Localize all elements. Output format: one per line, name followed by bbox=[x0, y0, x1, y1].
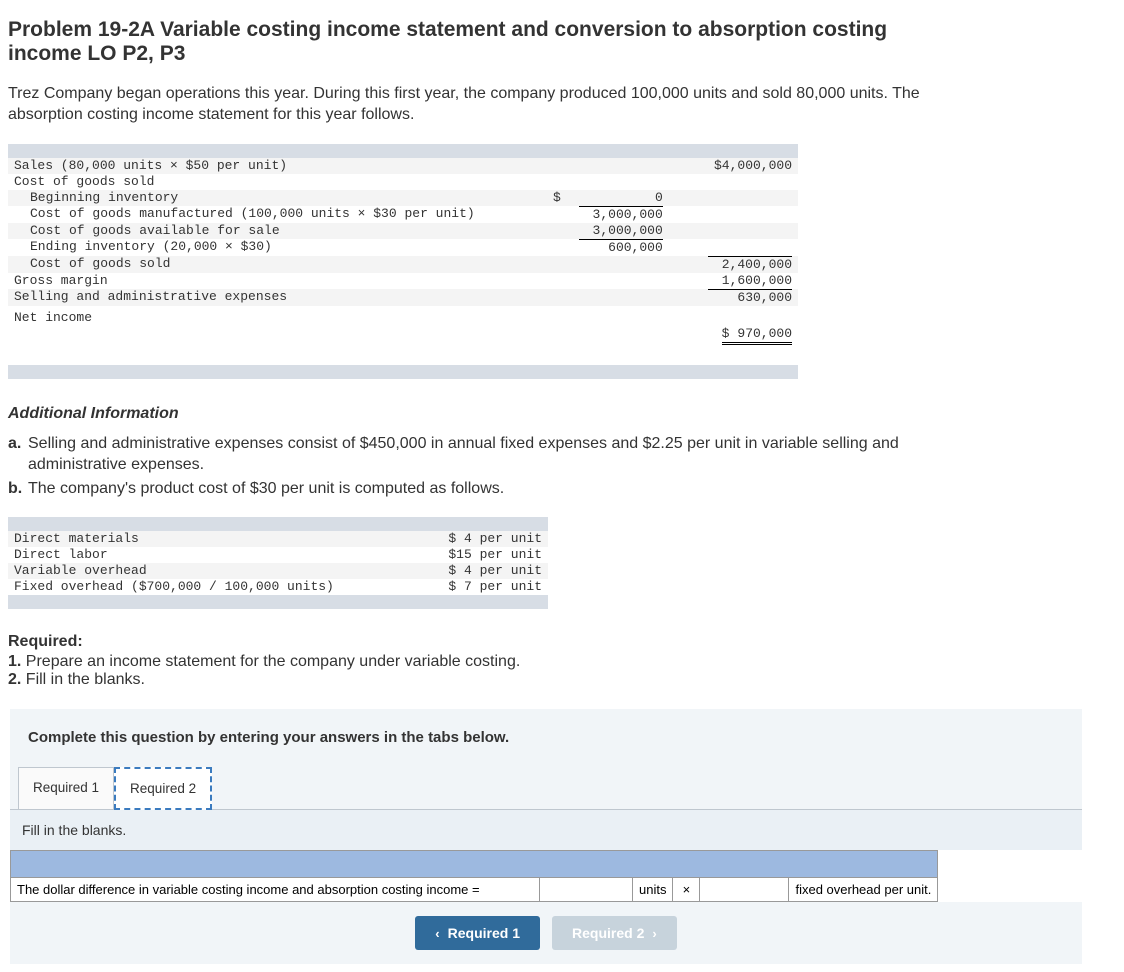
prev-btn-label: Required 1 bbox=[448, 925, 520, 941]
req2-marker: 2. bbox=[8, 671, 21, 688]
ni-label: Net income bbox=[8, 306, 535, 365]
units-text: units bbox=[633, 878, 673, 902]
sales-value: $4,000,000 bbox=[669, 158, 798, 174]
chevron-left-icon: ‹ bbox=[435, 926, 439, 941]
cogs-sold-value: 2,400,000 bbox=[708, 256, 792, 273]
answer-panel: Complete this question by entering your … bbox=[10, 709, 1082, 964]
pc-row-val: $ 4 per unit bbox=[418, 563, 548, 579]
beg-inv-label: Beginning inventory bbox=[8, 190, 535, 206]
cogm-value: 3,000,000 bbox=[579, 206, 663, 223]
beg-inv-currency: $ bbox=[535, 190, 567, 206]
sales-label: Sales (80,000 units × $50 per unit) bbox=[8, 158, 535, 174]
ni-value: 970,000 bbox=[737, 326, 792, 342]
pc-row-label: Variable overhead bbox=[8, 563, 418, 579]
tab-required-1[interactable]: Required 1 bbox=[18, 767, 114, 810]
pc-row-val: $ 7 per unit bbox=[418, 579, 548, 595]
info-b-marker: b. bbox=[8, 478, 28, 500]
pc-row-label: Fixed overhead ($700,000 / 100,000 units… bbox=[8, 579, 418, 595]
beg-inv-value: 0 bbox=[567, 190, 669, 206]
next-btn-label: Required 2 bbox=[572, 925, 644, 941]
avail-value: 3,000,000 bbox=[567, 223, 669, 239]
tab-required-2[interactable]: Required 2 bbox=[114, 767, 212, 810]
foh-text: fixed overhead per unit. bbox=[789, 878, 938, 902]
pc-row-label: Direct materials bbox=[8, 531, 418, 547]
req1-marker: 1. bbox=[8, 653, 21, 670]
pc-row-label: Direct labor bbox=[8, 547, 418, 563]
cogs-sold-label: Cost of goods sold bbox=[8, 256, 535, 273]
gm-value: 1,600,000 bbox=[669, 273, 798, 289]
foh-input[interactable] bbox=[706, 882, 778, 897]
avail-label: Cost of goods available for sale bbox=[8, 223, 535, 239]
gm-label: Gross margin bbox=[8, 273, 535, 289]
problem-title: Problem 19-2A Variable costing income st… bbox=[8, 18, 948, 66]
cogs-label: Cost of goods sold bbox=[8, 174, 535, 190]
required-heading: Required: bbox=[8, 633, 1116, 651]
chevron-right-icon: › bbox=[652, 926, 656, 941]
info-a-text: Selling and administrative expenses cons… bbox=[28, 433, 948, 476]
pc-row-val: $15 per unit bbox=[418, 547, 548, 563]
prev-required-button[interactable]: ‹ Required 1 bbox=[415, 916, 540, 950]
units-input[interactable] bbox=[546, 882, 618, 897]
info-a-marker: a. bbox=[8, 433, 28, 476]
info-b-text: The company's product cost of $30 per un… bbox=[28, 478, 504, 500]
pc-row-val: $ 4 per unit bbox=[418, 531, 548, 547]
additional-info-heading: Additional Information bbox=[8, 405, 1116, 423]
fill-blanks-table: The dollar difference in variable costin… bbox=[10, 850, 938, 902]
tab-content-instruction: Fill in the blanks. bbox=[10, 809, 1082, 850]
ni-currency: $ bbox=[722, 326, 730, 342]
sae-value: 630,000 bbox=[708, 289, 792, 306]
tabs-row: Required 1 Required 2 bbox=[10, 766, 1082, 809]
times-symbol: × bbox=[673, 878, 700, 902]
end-inv-value: 600,000 bbox=[579, 239, 663, 256]
next-required-button[interactable]: Required 2 › bbox=[552, 916, 677, 950]
answer-instructions: Complete this question by entering your … bbox=[10, 709, 1082, 766]
product-cost-table: Direct materials $ 4 per unit Direct lab… bbox=[8, 517, 548, 609]
req2-text: Fill in the blanks. bbox=[26, 671, 145, 688]
cogm-label: Cost of goods manufactured (100,000 unit… bbox=[8, 206, 535, 223]
req1-text: Prepare an income statement for the comp… bbox=[26, 653, 521, 670]
intro-paragraph: Trez Company began operations this year.… bbox=[8, 84, 948, 126]
income-statement-table: Sales (80,000 units × $50 per unit) $4,0… bbox=[8, 144, 798, 379]
end-inv-label: Ending inventory (20,000 × $30) bbox=[8, 239, 535, 256]
fill-label-text: The dollar difference in variable costin… bbox=[11, 878, 540, 902]
sae-label: Selling and administrative expenses bbox=[8, 289, 535, 306]
